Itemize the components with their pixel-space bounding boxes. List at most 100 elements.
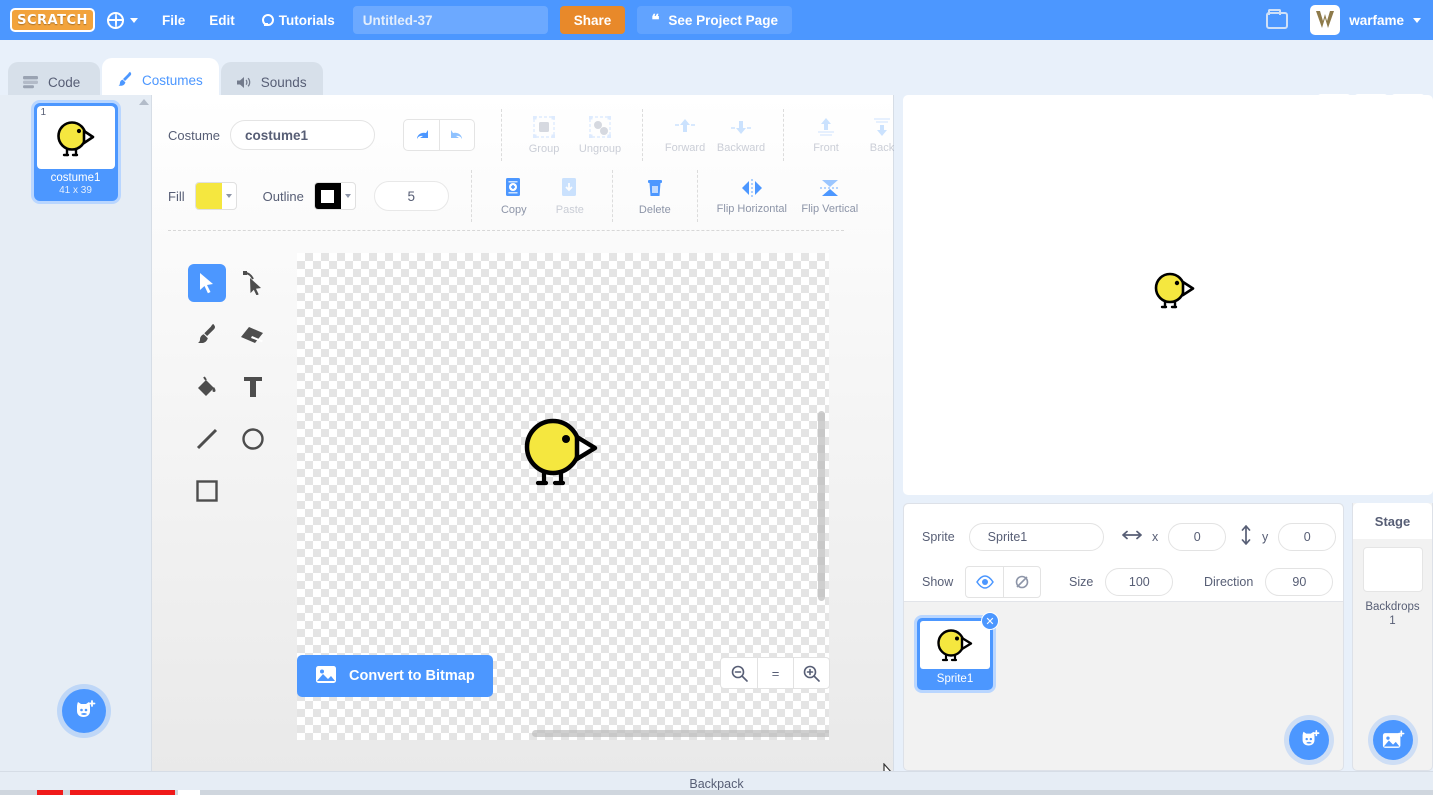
outline-label: Outline bbox=[262, 188, 304, 204]
delete-tool: Delete bbox=[611, 170, 697, 222]
fill-tool[interactable] bbox=[184, 361, 230, 413]
copy-button[interactable]: Copy bbox=[486, 176, 542, 216]
paste-button[interactable]: Paste bbox=[542, 176, 598, 216]
costume-list-scrollbar[interactable] bbox=[139, 99, 149, 759]
square-icon bbox=[188, 472, 226, 510]
fill-color-swatch[interactable] bbox=[194, 182, 237, 210]
forward-label: Forward bbox=[664, 142, 706, 154]
username-label: warfame bbox=[1349, 12, 1404, 28]
flip-horizontal-button[interactable]: Flip Horizontal bbox=[712, 177, 792, 215]
stage[interactable] bbox=[903, 95, 1433, 495]
backdrops-label: Backdrops bbox=[1365, 601, 1420, 613]
visibility-toggle bbox=[965, 566, 1042, 598]
back-button[interactable]: Back bbox=[854, 116, 910, 154]
paintbrush-icon bbox=[188, 316, 226, 354]
zoom-in-button[interactable] bbox=[793, 658, 829, 688]
arrow-cursor-icon bbox=[188, 264, 226, 302]
lightbulb-icon bbox=[259, 12, 274, 28]
add-costume-button[interactable] bbox=[62, 689, 106, 733]
tab-sounds-label: Sounds bbox=[260, 74, 307, 90]
sprite-card-sprite1[interactable]: ✕ Sprite1 bbox=[917, 612, 999, 690]
forward-button[interactable]: Forward bbox=[657, 116, 713, 154]
brush-tool[interactable] bbox=[184, 309, 230, 361]
canvas-sprite-costume1[interactable] bbox=[519, 415, 607, 498]
text-tool[interactable] bbox=[230, 361, 276, 413]
share-button[interactable]: Share bbox=[559, 6, 626, 34]
see-project-page-button[interactable]: ❝ See Project Page bbox=[637, 6, 792, 34]
tutorials-label: Tutorials bbox=[278, 12, 335, 28]
project-name-input[interactable]: Untitled-37 bbox=[352, 6, 548, 34]
ungroup-button[interactable]: Ungroup bbox=[572, 115, 628, 155]
chevron-down-icon bbox=[341, 183, 355, 209]
canvas-vertical-scrollbar[interactable] bbox=[818, 411, 825, 601]
y-axis-icon bbox=[1240, 524, 1252, 550]
fill-color-chip bbox=[195, 183, 222, 209]
forward-backward-tools: Forward Backward bbox=[642, 109, 783, 161]
speech-quote-icon: ❝ bbox=[651, 11, 660, 29]
tutorials-menu[interactable]: Tutorials bbox=[247, 0, 347, 40]
show-sprite-button[interactable] bbox=[966, 567, 1003, 597]
close-x-icon[interactable]: ✕ bbox=[981, 612, 999, 630]
costume-name-label: costume1 bbox=[50, 172, 101, 184]
canvas-horizontal-scrollbar[interactable] bbox=[532, 730, 829, 737]
flip-horizontal-label: Flip Horizontal bbox=[716, 203, 787, 215]
costume-number: 1 bbox=[40, 107, 47, 118]
zoom-out-button[interactable] bbox=[721, 658, 757, 688]
group-button[interactable]: Group bbox=[516, 115, 572, 155]
size-label: Size bbox=[1069, 575, 1094, 589]
reshape-node-icon bbox=[234, 264, 272, 302]
tool-palette bbox=[184, 257, 276, 517]
folder-icon[interactable] bbox=[1266, 8, 1289, 29]
sprite-thumbnail bbox=[920, 621, 990, 669]
zoom-reset-button[interactable]: = bbox=[757, 658, 793, 688]
circle-tool[interactable] bbox=[230, 413, 276, 465]
fill-label: Fill bbox=[168, 188, 185, 204]
x-position-input[interactable]: 0 bbox=[1168, 523, 1227, 551]
scroll-up-arrow-icon bbox=[139, 99, 149, 105]
costume-thumbnail: 1 bbox=[36, 106, 115, 169]
sprite-x-row: x 0 bbox=[1122, 523, 1227, 551]
add-backdrop-button[interactable] bbox=[1373, 720, 1413, 760]
language-menu[interactable] bbox=[95, 0, 150, 40]
backward-button[interactable]: Backward bbox=[713, 116, 769, 154]
tab-code-label: Code bbox=[48, 74, 81, 90]
front-button[interactable]: Front bbox=[798, 116, 854, 154]
stage-thumbnail[interactable] bbox=[1362, 547, 1423, 592]
ungroup-label: Ungroup bbox=[578, 143, 622, 155]
flip-vertical-label: Flip Vertical bbox=[801, 203, 859, 215]
reshape-tool[interactable] bbox=[230, 257, 276, 309]
add-sprite-button[interactable] bbox=[1289, 720, 1329, 760]
account-menu[interactable]: warfame bbox=[1310, 5, 1433, 35]
hide-sprite-button[interactable] bbox=[1003, 567, 1040, 597]
costume-item-costume1[interactable]: 1 costume1 41 x 39 bbox=[33, 103, 118, 201]
delete-button[interactable]: Delete bbox=[627, 176, 683, 216]
stroke-width-input[interactable]: 5 bbox=[373, 181, 449, 211]
copy-label: Copy bbox=[500, 204, 527, 216]
edit-menu[interactable]: Edit bbox=[197, 0, 247, 40]
costume-list-panel: 1 costume1 41 x 39 bbox=[0, 95, 152, 771]
redo-arrow-icon[interactable] bbox=[439, 120, 474, 150]
line-tool[interactable] bbox=[184, 413, 230, 465]
direction-input[interactable]: 90 bbox=[1265, 568, 1334, 596]
scratch-logo[interactable]: SCRATCH bbox=[10, 8, 95, 32]
sprite-name-input[interactable]: Sprite1 bbox=[968, 523, 1104, 551]
file-menu[interactable]: File bbox=[150, 0, 197, 40]
tab-costumes-label: Costumes bbox=[142, 72, 203, 88]
delete-label: Delete bbox=[638, 204, 671, 216]
eraser-tool[interactable] bbox=[230, 309, 276, 361]
size-input[interactable]: 100 bbox=[1105, 568, 1174, 596]
costume-name-input[interactable]: costume1 bbox=[230, 120, 376, 150]
convert-to-bitmap-button[interactable]: Convert to Bitmap bbox=[297, 655, 493, 697]
chevron-down-icon bbox=[130, 17, 138, 23]
rectangle-tool[interactable] bbox=[184, 465, 230, 517]
outline-color-swatch[interactable] bbox=[313, 182, 356, 210]
select-tool[interactable] bbox=[184, 257, 230, 309]
paint-editor: Costume costume1 Group Ungroup Forward B… bbox=[152, 95, 896, 783]
stage-sprite-sprite1[interactable] bbox=[1151, 270, 1199, 317]
undo-arrow-icon[interactable] bbox=[404, 120, 439, 150]
y-position-input[interactable]: 0 bbox=[1278, 523, 1337, 551]
paintbrush-icon bbox=[116, 71, 134, 88]
group-label: Group bbox=[528, 143, 560, 155]
sprite-size-row: Size 100 bbox=[1069, 568, 1174, 596]
flip-vertical-button[interactable]: Flip Vertical bbox=[792, 177, 868, 215]
